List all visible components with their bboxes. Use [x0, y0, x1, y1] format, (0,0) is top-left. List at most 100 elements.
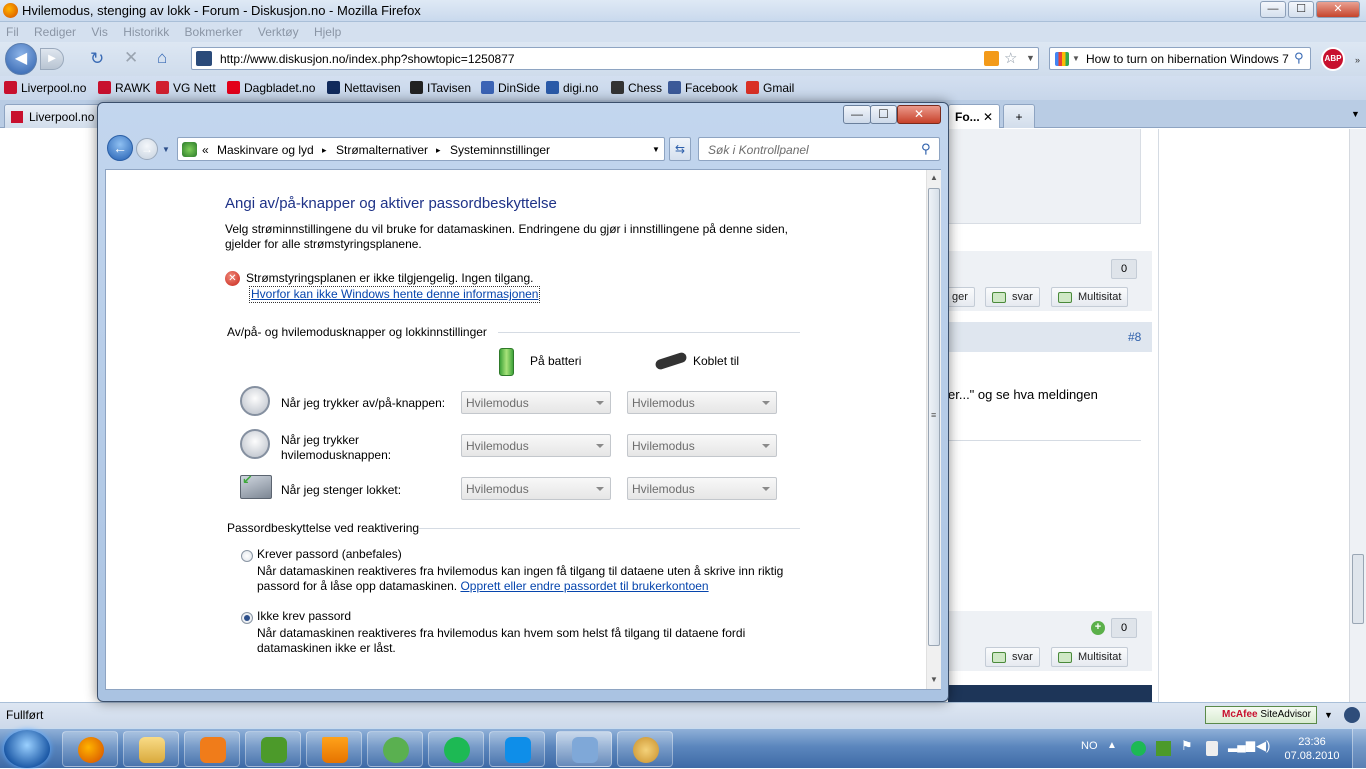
stop-icon[interactable]: ✕ — [124, 48, 138, 68]
menu-edit[interactable]: Rediger — [34, 25, 76, 39]
mcafee-siteadvisor-button[interactable]: McAfee SiteAdvisor — [1205, 706, 1317, 724]
lid-close-plugged-select[interactable]: Hvilemodus — [627, 477, 777, 500]
adblock-plus-icon[interactable]: ABP — [1321, 47, 1345, 71]
show-desktop-button[interactable] — [1352, 729, 1366, 769]
lid-close-battery-select[interactable]: Hvilemodus — [461, 477, 611, 500]
reload-icon[interactable]: ↻ — [90, 49, 104, 69]
status-extension-icon[interactable] — [1344, 707, 1360, 723]
cp-minimize-button[interactable]: — — [843, 105, 871, 124]
page-scrollbar[interactable] — [1349, 129, 1366, 702]
taskbar-firefox[interactable] — [62, 731, 118, 767]
crumb-separator-icon[interactable]: ▸ — [322, 145, 327, 156]
crumb-separator-icon[interactable]: ▸ — [436, 145, 441, 156]
tray-volume-icon[interactable]: ◀) — [1256, 738, 1270, 754]
taskbar-teamviewer[interactable] — [489, 731, 545, 767]
bookmark-dinside[interactable]: DinSide — [481, 81, 540, 95]
tab-active-forum[interactable]: Fo... ✕ — [948, 104, 1000, 128]
cp-maximize-button[interactable]: ☐ — [870, 105, 897, 124]
cp-search-icon[interactable]: ⚲ — [921, 141, 931, 157]
cp-scrollbar[interactable]: ▲ ≡ ▼ — [926, 170, 941, 689]
new-tab-button[interactable]: + — [1003, 104, 1035, 128]
taskbar-media-player[interactable] — [184, 731, 240, 767]
tray-spotify-icon[interactable] — [1131, 741, 1146, 756]
url-dropdown-icon[interactable]: ▼ — [1026, 53, 1035, 63]
menu-help[interactable]: Hjelp — [314, 25, 341, 39]
bookmark-itavisen[interactable]: ITavisen — [410, 81, 471, 95]
cp-forward-button[interactable]: → — [136, 138, 158, 160]
toolbar-overflow-icon[interactable]: » — [1355, 55, 1360, 65]
tray-expand-icon[interactable]: ▲ — [1107, 740, 1117, 751]
start-button[interactable] — [4, 730, 50, 768]
url-bar[interactable]: http://www.diskusjon.no/index.php?showto… — [191, 47, 1039, 70]
post-number-link[interactable]: #8 — [1128, 330, 1141, 344]
cp-address-dropdown-icon[interactable]: ▼ — [652, 145, 660, 154]
bookmark-dagbladet[interactable]: Dagbladet.no — [227, 81, 315, 95]
crumb-power-options[interactable]: Strømalternativer — [336, 143, 428, 157]
no-password-radio[interactable] — [241, 612, 253, 624]
require-password-radio[interactable] — [241, 550, 253, 562]
bookmark-facebook[interactable]: Facebook — [668, 81, 738, 95]
user-account-password-link[interactable]: Opprett eller endre passordet til bruker… — [460, 579, 708, 593]
taskbar-utorrent[interactable] — [245, 731, 301, 767]
bookmark-liverpool[interactable]: Liverpool.no — [4, 81, 86, 95]
power-button-battery-select[interactable]: Hvilemodus — [461, 391, 611, 414]
scroll-up-icon[interactable]: ▲ — [930, 173, 938, 182]
crumb-hardware-and-sound[interactable]: Maskinvare og lyd — [217, 143, 314, 157]
cp-address-bar[interactable]: « Maskinvare og lyd ▸ Strømalternativer … — [177, 137, 665, 161]
bookmark-nettavisen[interactable]: Nettavisen — [327, 81, 401, 95]
mcafee-dropdown-icon[interactable]: ▼ — [1324, 710, 1333, 720]
reply-button-2[interactable]: svar — [985, 647, 1040, 667]
sleep-button-battery-select[interactable]: Hvilemodus — [461, 434, 611, 457]
cp-refresh-button[interactable]: ⇆ — [669, 137, 691, 161]
taskbar-control-panel[interactable] — [556, 731, 612, 767]
menu-tools[interactable]: Verktøy — [258, 25, 299, 39]
bookmark-digi[interactable]: digi.no — [546, 81, 598, 95]
close-button[interactable]: ✕ — [1316, 1, 1360, 18]
bookmark-gmail[interactable]: Gmail — [746, 81, 794, 95]
cp-back-button[interactable]: ← — [107, 135, 133, 161]
google-icon[interactable] — [1055, 52, 1069, 66]
search-engine-dropdown-icon[interactable]: ▼ — [1072, 54, 1080, 63]
cp-search-input[interactable]: Søk i Kontrollpanel ⚲ — [698, 137, 940, 161]
tray-flag-icon[interactable]: ⚑ — [1181, 738, 1193, 754]
cp-recent-pages-icon[interactable]: ▼ — [162, 145, 170, 154]
back-button[interactable]: ◀ — [5, 43, 37, 75]
tab-list-icon[interactable]: ▼ — [1351, 109, 1360, 119]
scroll-down-icon[interactable]: ▼ — [930, 675, 938, 684]
rss-icon[interactable] — [984, 51, 999, 66]
menu-history[interactable]: Historikk — [123, 25, 169, 39]
forward-button[interactable]: ▶ — [40, 48, 64, 70]
error-help-link[interactable]: Hvorfor kan ikke Windows hente denne inf… — [249, 286, 541, 303]
multiquote-button[interactable]: Multisitat — [1051, 287, 1129, 307]
home-icon[interactable]: ⌂ — [157, 48, 167, 68]
require-password-label[interactable]: Krever passord (anbefales) — [257, 547, 402, 562]
search-bar[interactable]: ▼ How to turn on hibernation Windows 7 ⚲ — [1049, 47, 1311, 70]
tab-liverpool[interactable]: Liverpool.no — [4, 104, 104, 128]
sleep-button-plugged-select[interactable]: Hvilemodus — [627, 434, 777, 457]
bookmark-rawk[interactable]: RAWK — [98, 81, 151, 95]
taskbar-messenger[interactable] — [367, 731, 423, 767]
tray-network-icon[interactable]: ▂▄▆ — [1228, 738, 1255, 752]
taskbar-vlc[interactable] — [306, 731, 362, 767]
cp-close-button[interactable]: ✕ — [897, 105, 941, 124]
language-indicator[interactable]: NO — [1081, 740, 1098, 752]
tray-battery-icon[interactable] — [1206, 741, 1218, 756]
quote-button[interactable]: ger — [948, 287, 975, 307]
taskbar-paint[interactable] — [617, 731, 673, 767]
page-scrollbar-thumb[interactable] — [1352, 554, 1364, 624]
crumb-overflow-icon[interactable]: « — [202, 143, 209, 157]
tab-close-icon[interactable]: ✕ — [983, 110, 993, 124]
reply-button[interactable]: svar — [985, 287, 1040, 307]
maximize-button[interactable]: ☐ — [1288, 1, 1314, 18]
menu-bookmarks[interactable]: Bokmerker — [185, 25, 243, 39]
taskbar-explorer[interactable] — [123, 731, 179, 767]
clock[interactable]: 23:36 07.08.2010 — [1280, 735, 1344, 763]
minimize-button[interactable]: — — [1260, 1, 1286, 18]
taskbar-spotify[interactable] — [428, 731, 484, 767]
multiquote-button-2[interactable]: Multisitat — [1051, 647, 1129, 667]
no-password-label[interactable]: Ikke krev passord — [257, 609, 351, 624]
add-rating-icon[interactable]: + — [1091, 621, 1105, 635]
bookmark-vg[interactable]: VG Nett — [156, 81, 216, 95]
bookmark-chess[interactable]: Chess — [611, 81, 662, 95]
bookmark-star-icon[interactable]: ☆ — [1004, 49, 1017, 67]
